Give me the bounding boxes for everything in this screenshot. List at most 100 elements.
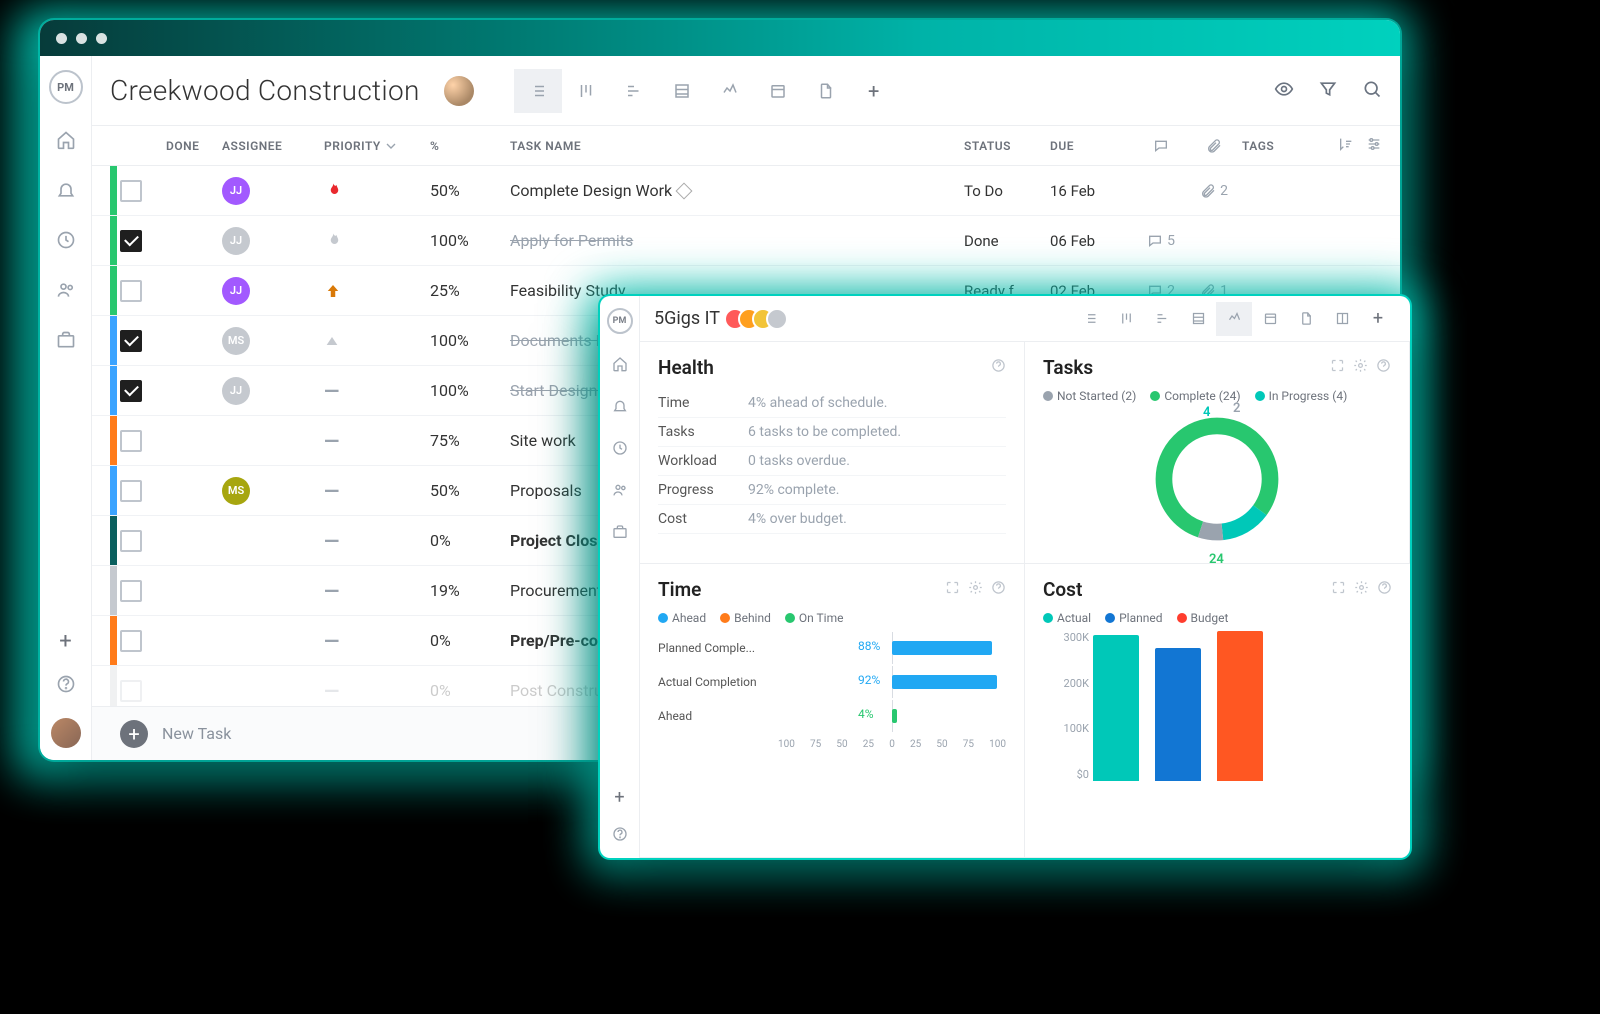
- task-row[interactable]: JJ 100% Apply for Permits Done 06 Feb 5: [92, 216, 1400, 266]
- percent-label: 25%: [430, 281, 510, 300]
- nav-add-icon[interactable]: +: [59, 629, 71, 654]
- legend-item: Not Started (2): [1043, 389, 1136, 403]
- nav-home-icon[interactable]: [612, 356, 628, 376]
- help-icon[interactable]: [991, 580, 1006, 599]
- view-sheet-icon[interactable]: [1180, 302, 1216, 336]
- checkbox[interactable]: [120, 530, 142, 552]
- expand-icon[interactable]: [1330, 358, 1345, 377]
- view-gantt-icon[interactable]: [1144, 302, 1180, 336]
- panel-health: Health Time4% ahead of schedule.Tasks6 t…: [640, 342, 1025, 564]
- view-board-icon[interactable]: [562, 69, 610, 113]
- gear-icon[interactable]: [1353, 358, 1368, 377]
- cost-chart: 300K200K100K$0: [1043, 631, 1392, 781]
- comments-count[interactable]: 5: [1147, 233, 1175, 249]
- gear-icon[interactable]: [1354, 580, 1369, 599]
- attach-count[interactable]: 2: [1200, 183, 1228, 199]
- expand-icon[interactable]: [1331, 580, 1346, 599]
- brand-logo[interactable]: PM: [607, 308, 633, 334]
- nav-home-icon[interactable]: [56, 130, 76, 154]
- nav-team-icon[interactable]: [56, 280, 76, 304]
- view-sheet-icon[interactable]: [658, 69, 706, 113]
- col-attach-icon[interactable]: [1186, 138, 1242, 154]
- view-gantt-icon[interactable]: [610, 69, 658, 113]
- assignee-avatar[interactable]: MS: [222, 327, 250, 355]
- view-file-icon[interactable]: [1288, 302, 1324, 336]
- view-split-icon[interactable]: [1324, 302, 1360, 336]
- task-name[interactable]: Complete Design Work: [510, 181, 964, 200]
- col-tags[interactable]: TAGS: [1242, 139, 1312, 153]
- assignee-avatar[interactable]: MS: [222, 477, 250, 505]
- view-dashboard-icon[interactable]: [706, 69, 754, 113]
- settings-sliders-icon[interactable]: [1366, 136, 1382, 155]
- nav-portfolio-icon[interactable]: [612, 524, 628, 544]
- col-percent[interactable]: %: [430, 139, 510, 153]
- priority-icon: [324, 182, 430, 200]
- checkbox[interactable]: [120, 180, 142, 202]
- checkbox[interactable]: [120, 580, 142, 602]
- nav-add-icon[interactable]: +: [614, 787, 624, 808]
- view-add-icon[interactable]: +: [850, 69, 898, 113]
- view-calendar-icon[interactable]: [1252, 302, 1288, 336]
- checkbox[interactable]: [120, 230, 142, 252]
- nav-notify-icon[interactable]: [612, 398, 628, 418]
- expand-icon[interactable]: [945, 580, 960, 599]
- col-taskname[interactable]: TASK NAME: [510, 139, 964, 153]
- nav-help-icon[interactable]: [56, 674, 76, 698]
- sort-icon[interactable]: [1338, 136, 1354, 155]
- filter-icon[interactable]: [1318, 79, 1338, 103]
- view-calendar-icon[interactable]: [754, 69, 802, 113]
- col-assignee[interactable]: ASSIGNEE: [222, 139, 324, 153]
- checkbox[interactable]: [120, 330, 142, 352]
- brand-logo[interactable]: PM: [49, 70, 83, 104]
- checkbox[interactable]: [120, 680, 142, 702]
- search-icon[interactable]: [1362, 79, 1382, 103]
- col-priority[interactable]: PRIORITY: [324, 138, 430, 154]
- percent-label: 100%: [430, 231, 510, 250]
- checkbox[interactable]: [120, 480, 142, 502]
- add-task-icon[interactable]: +: [120, 720, 148, 748]
- checkbox[interactable]: [120, 630, 142, 652]
- gear-icon[interactable]: [968, 580, 983, 599]
- nav-time-icon[interactable]: [612, 440, 628, 460]
- priority-icon: —: [324, 629, 430, 653]
- view-add-icon[interactable]: +: [1360, 302, 1396, 336]
- assignee-avatar[interactable]: JJ: [222, 377, 250, 405]
- view-file-icon[interactable]: [802, 69, 850, 113]
- checkbox[interactable]: [120, 430, 142, 452]
- percent-label: 50%: [430, 181, 510, 200]
- traffic-min[interactable]: [76, 33, 87, 44]
- col-comments-icon[interactable]: [1136, 138, 1186, 154]
- col-done[interactable]: DONE: [166, 139, 222, 153]
- legend-item: Budget: [1177, 611, 1229, 625]
- watch-icon[interactable]: [1274, 79, 1294, 103]
- nav-notify-icon[interactable]: [56, 180, 76, 204]
- col-due[interactable]: DUE: [1050, 139, 1136, 153]
- priority-icon: —: [324, 529, 430, 553]
- member-avatars[interactable]: [732, 308, 788, 330]
- nav-team-icon[interactable]: [612, 482, 628, 502]
- checkbox[interactable]: [120, 380, 142, 402]
- project-avatar[interactable]: [444, 76, 474, 106]
- assignee-avatar[interactable]: JJ: [222, 227, 250, 255]
- help-icon[interactable]: [1377, 580, 1392, 599]
- nav-help-icon[interactable]: [612, 826, 628, 846]
- assignee-avatar[interactable]: JJ: [222, 177, 250, 205]
- task-row[interactable]: JJ 50% Complete Design Work To Do 16 Feb…: [92, 166, 1400, 216]
- traffic-close[interactable]: [56, 33, 67, 44]
- overlay-title: 5Gigs IT: [654, 308, 720, 329]
- help-icon[interactable]: [991, 358, 1006, 377]
- view-list-icon[interactable]: [1072, 302, 1108, 336]
- nav-user-avatar[interactable]: [51, 718, 81, 748]
- cost-bar: [1217, 631, 1263, 781]
- task-name[interactable]: Apply for Permits: [510, 231, 964, 250]
- assignee-avatar[interactable]: JJ: [222, 277, 250, 305]
- view-list-icon[interactable]: [514, 69, 562, 113]
- traffic-max[interactable]: [96, 33, 107, 44]
- nav-portfolio-icon[interactable]: [56, 330, 76, 354]
- nav-time-icon[interactable]: [56, 230, 76, 254]
- help-icon[interactable]: [1376, 358, 1391, 377]
- col-status[interactable]: STATUS: [964, 139, 1050, 153]
- view-board-icon[interactable]: [1108, 302, 1144, 336]
- view-dashboard-icon[interactable]: [1216, 302, 1252, 336]
- checkbox[interactable]: [120, 280, 142, 302]
